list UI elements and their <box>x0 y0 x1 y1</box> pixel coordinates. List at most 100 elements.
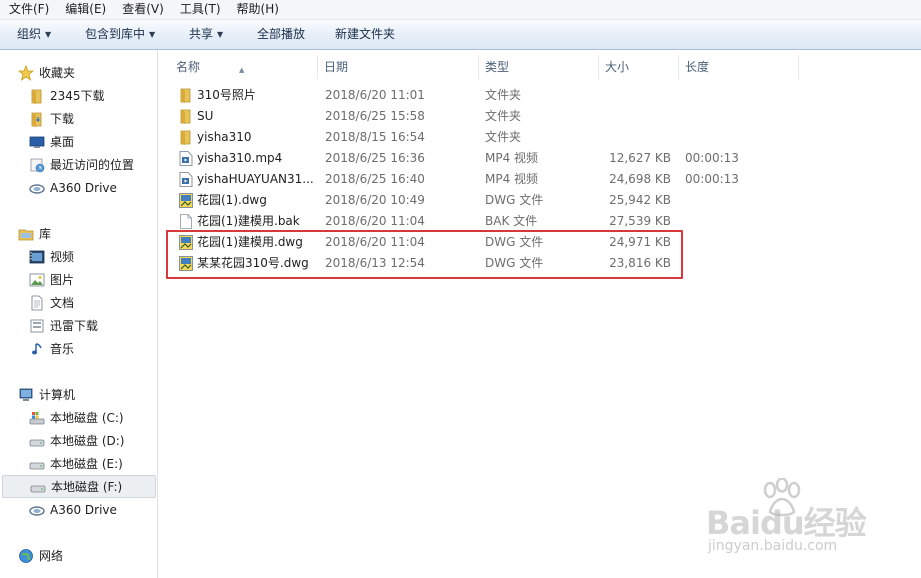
organize-label: 组织 <box>17 27 42 41</box>
organize-button[interactable]: 组织 ▼ <box>17 20 51 49</box>
file-name: 某某花园310号.dwg <box>197 256 309 270</box>
file-length <box>685 106 765 127</box>
nav-item-documents[interactable]: 文档 <box>0 291 157 314</box>
star-icon <box>17 64 35 81</box>
file-date: 2018/8/15 16:54 <box>325 130 425 144</box>
file-date: 2018/6/20 11:01 <box>325 88 425 102</box>
nav-item-label: 音乐 <box>50 342 75 356</box>
hard-drive-icon <box>29 456 45 472</box>
file-name: 310号照片 <box>197 88 256 102</box>
column-header-type[interactable]: 类型 <box>479 55 599 79</box>
file-row[interactable]: yishaHUAYUAN31... 2018/6/25 16:40 MP4 视频 24… <box>158 169 921 190</box>
nav-libraries[interactable]: 库 <box>0 222 157 245</box>
dropdown-arrow-icon: ▼ <box>217 30 224 39</box>
file-type: 文件夹 <box>485 130 522 144</box>
hard-drive-icon <box>30 479 46 495</box>
file-type: 文件夹 <box>485 109 522 123</box>
thunder-download-icon <box>29 318 45 334</box>
nav-item-drive-f[interactable]: 本地磁盘 (F:) <box>2 475 156 498</box>
file-size: 12,627 KB <box>609 151 671 165</box>
file-name: yisha310.mp4 <box>197 151 283 165</box>
menu-file[interactable]: 文件(F) <box>0 0 56 19</box>
nav-item-label: 最近访问的位置 <box>50 158 135 172</box>
nav-item-videos[interactable]: 视频 <box>0 245 157 268</box>
menu-help[interactable]: 帮助(H) <box>228 0 286 19</box>
file-row[interactable]: 花园(1)建模用.bak 2018/6/20 11:04 BAK 文件 27,539 … <box>158 211 921 232</box>
file-row[interactable]: 花园(1).dwg 2018/6/20 10:49 DWG 文件 25,942 KB <box>158 190 921 211</box>
dropdown-arrow-icon: ▼ <box>45 30 52 39</box>
file-row[interactable]: yisha310.mp4 2018/6/25 16:36 MP4 视频 12,627 … <box>158 148 921 169</box>
file-length <box>685 127 765 148</box>
file-size <box>598 106 671 127</box>
file-type: MP4 视频 <box>485 151 539 165</box>
nav-item-label: 2345下载 <box>50 89 105 103</box>
file-row[interactable]: 某某花园310号.dwg 2018/6/13 12:54 DWG 文件 23,816 … <box>158 253 921 274</box>
nav-computer-label: 计算机 <box>39 388 76 402</box>
nav-favorites-label: 收藏夹 <box>39 66 76 80</box>
nav-network-label: 网络 <box>39 549 64 563</box>
include-in-library-button[interactable]: 包含到库中 ▼ <box>85 20 155 49</box>
nav-item-desktop[interactable]: 桌面 <box>0 130 157 153</box>
file-type: BAK 文件 <box>485 214 538 228</box>
nav-item-drive-e[interactable]: 本地磁盘 (E:) <box>0 452 157 475</box>
file-date: 2018/6/25 16:40 <box>325 172 425 186</box>
nav-item-label: 下载 <box>50 112 75 126</box>
nav-item-drive-d[interactable]: 本地磁盘 (D:) <box>0 429 157 452</box>
nav-network[interactable]: 网络 <box>0 544 157 567</box>
column-header-size[interactable]: 大小 <box>599 55 679 79</box>
nav-item-label: 图片 <box>50 273 75 287</box>
file-name: SU <box>197 109 214 123</box>
file-length <box>685 253 765 274</box>
folder-icon <box>29 88 45 104</box>
file-row[interactable]: yisha310 2018/8/15 16:54 文件夹 <box>158 127 921 148</box>
play-all-button[interactable]: 全部播放 <box>257 20 305 49</box>
menu-tools[interactable]: 工具(T) <box>171 0 228 19</box>
menu-view[interactable]: 查看(V) <box>113 0 171 19</box>
a360-drive-icon <box>29 180 45 196</box>
file-row[interactable]: 花园(1)建模用.dwg 2018/6/20 11:04 DWG 文件 24,971 … <box>158 232 921 253</box>
nav-libraries-label: 库 <box>39 227 52 241</box>
file-size: 24,698 KB <box>609 172 671 186</box>
column-header-date[interactable]: 日期 <box>318 55 479 79</box>
nav-item-recent-places[interactable]: 最近访问的位置 <box>0 153 157 176</box>
nav-favorites[interactable]: 收藏夹 <box>0 61 157 84</box>
video-file-icon <box>179 151 193 166</box>
nav-item-label: 本地磁盘 (D:) <box>50 434 125 448</box>
dwg-file-icon <box>179 235 193 250</box>
menu-edit[interactable]: 编辑(E) <box>56 0 113 19</box>
video-file-icon <box>179 172 193 187</box>
share-button[interactable]: 共享 ▼ <box>189 20 223 49</box>
nav-item-a360-drive-comp[interactable]: A360 Drive <box>0 498 157 521</box>
folder-icon <box>179 109 193 124</box>
file-length <box>685 85 765 106</box>
nav-item-label: 本地磁盘 (E:) <box>50 457 123 471</box>
nav-item-downloads[interactable]: 下载 <box>0 107 157 130</box>
include-library-label: 包含到库中 <box>85 27 146 41</box>
file-name: yisha310 <box>197 130 252 144</box>
file-date: 2018/6/25 16:36 <box>325 151 425 165</box>
nav-item-music[interactable]: 音乐 <box>0 337 157 360</box>
recent-places-icon <box>29 157 45 173</box>
nav-item-a360-drive-fav[interactable]: A360 Drive <box>0 176 157 199</box>
nav-computer[interactable]: 计算机 <box>0 383 157 406</box>
nav-item-pictures[interactable]: 图片 <box>0 268 157 291</box>
command-bar: 组织 ▼ 包含到库中 ▼ 共享 ▼ 全部播放 新建文件夹 <box>0 20 921 50</box>
dropdown-arrow-icon: ▼ <box>149 30 156 39</box>
file-row[interactable]: SU 2018/6/25 15:58 文件夹 <box>158 106 921 127</box>
file-size: 25,942 KB <box>609 193 671 207</box>
nav-item-thunder-download[interactable]: 迅雷下载 <box>0 314 157 337</box>
column-header-name[interactable]: 名称 ▲ <box>158 55 318 79</box>
file-name: 花园(1).dwg <box>197 193 267 207</box>
file-size: 24,971 KB <box>609 235 671 249</box>
file-row[interactable]: 310号照片 2018/6/20 11:01 文件夹 <box>158 85 921 106</box>
column-header-length[interactable]: 长度 <box>679 55 799 79</box>
file-length <box>685 190 765 211</box>
new-folder-button[interactable]: 新建文件夹 <box>335 20 395 49</box>
file-type: DWG 文件 <box>485 235 544 249</box>
file-name: 花园(1)建模用.bak <box>197 214 300 228</box>
system-drive-icon <box>29 410 45 426</box>
nav-item-label: 视频 <box>50 250 75 264</box>
nav-item-drive-c[interactable]: 本地磁盘 (C:) <box>0 406 157 429</box>
music-note-icon <box>29 341 45 357</box>
nav-item-2345download[interactable]: 2345下载 <box>0 84 157 107</box>
